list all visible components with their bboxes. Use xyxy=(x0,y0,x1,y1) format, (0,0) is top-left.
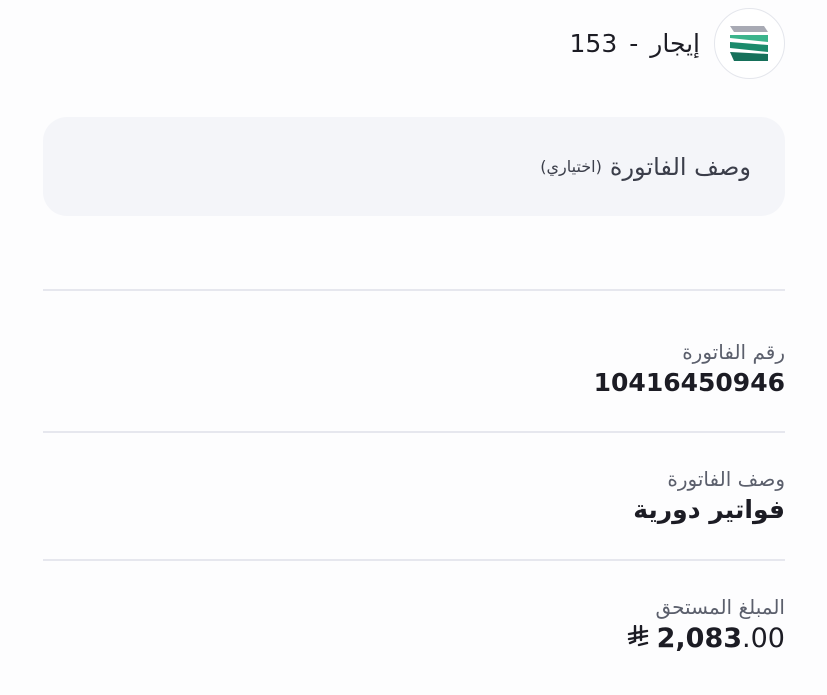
invoice-description-placeholder: وصف الفاتورة xyxy=(609,152,751,181)
optional-hint: (اختياري) xyxy=(540,157,602,176)
biller-name: إيجار xyxy=(650,29,700,58)
amount-decimal: .00 xyxy=(742,623,785,654)
invoice-description-label: وصف الفاتورة xyxy=(667,467,785,491)
biller-title: إيجار - 153 xyxy=(570,29,700,58)
invoice-number-value: 10416450946 xyxy=(593,368,785,397)
invoice-description-input[interactable]: وصف الفاتورة (اختياري) xyxy=(43,117,785,216)
divider xyxy=(43,431,785,433)
amount-due-label: المبلغ المستحق xyxy=(655,595,785,619)
invoice-details-screen: إيجار - 153 وصف الفاتورة (اختياري) رقم ا… xyxy=(0,0,827,695)
amount-due-row: المبلغ المستحق 2,083 .00 xyxy=(627,593,785,657)
invoice-number-row: رقم الفاتورة 10416450946 xyxy=(594,338,785,400)
invoice-number-label: رقم الفاتورة xyxy=(682,340,785,364)
saudi-riyal-icon xyxy=(627,621,649,647)
invoice-description-value: فواتير دورية xyxy=(633,495,785,524)
amount-integer: 2,083 xyxy=(656,623,743,654)
biller-logo-icon xyxy=(714,8,785,79)
biller-header: إيجار - 153 xyxy=(570,8,785,79)
invoice-description-row: وصف الفاتورة فواتير دورية xyxy=(633,465,785,527)
divider xyxy=(43,559,785,561)
amount-due-value: 2,083 .00 xyxy=(627,621,785,657)
biller-code: 153 xyxy=(569,29,618,58)
divider xyxy=(43,289,785,291)
biller-separator: - xyxy=(629,29,639,58)
